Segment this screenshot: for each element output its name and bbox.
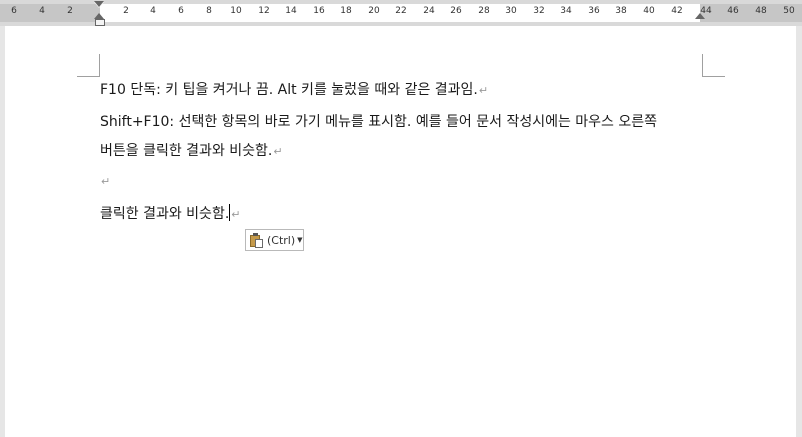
ruler-tick-label: 6 <box>178 6 184 16</box>
paragraph-text: 클릭한 결과와 비슷함. <box>100 206 230 222</box>
ruler-tick-label: 28 <box>478 6 490 16</box>
ruler-tick-label: 14 <box>285 6 297 16</box>
ruler-tick-label: 46 <box>727 6 739 16</box>
ruler-tick-label: 24 <box>423 6 435 16</box>
chevron-down-icon: ▼ <box>297 236 303 244</box>
ruler-tick-label: 48 <box>755 6 767 16</box>
paragraph-mark: ↵ <box>231 208 241 221</box>
ruler-tick-label: 38 <box>615 6 627 16</box>
ruler-tick-label: 30 <box>505 6 517 16</box>
ruler-tick-label: 36 <box>588 6 600 16</box>
horizontal-ruler[interactable]: 6 4 2 2 4 6 8 10 12 14 16 18 20 22 24 26… <box>0 0 802 26</box>
right-indent-marker[interactable] <box>695 13 705 19</box>
ruler-tick-label: 26 <box>450 6 462 16</box>
paragraph-mark: ↵ <box>478 84 489 97</box>
ruler-tick-label: 2 <box>123 6 129 16</box>
paragraph-3-empty[interactable]: ↵ <box>100 167 110 196</box>
paste-options-button[interactable]: (Ctrl) ▼ <box>245 229 304 251</box>
paragraph-mark: ↵ <box>273 145 283 158</box>
paragraph-mark: ↵ <box>101 175 111 188</box>
ruler-tick-label: 6 <box>11 6 17 16</box>
clipboard-paste-icon <box>249 232 264 248</box>
ruler-tick-label: 2 <box>67 6 73 16</box>
ruler-tick-label: 20 <box>368 6 380 16</box>
ruler-tick-label: 50 <box>783 6 795 16</box>
ruler-tick-label: 22 <box>395 6 407 16</box>
ruler-tick-label: 4 <box>39 6 45 16</box>
document-page[interactable]: F10 단독: 키 팁을 켜거나 끔. Alt 키를 눌렀을 때와 같은 결과임… <box>5 26 796 437</box>
ruler-tick-label: 42 <box>671 6 683 16</box>
left-indent-marker[interactable] <box>95 19 105 26</box>
paragraph-text-line: 버튼을 클릭한 결과와 비슷함. <box>100 143 273 159</box>
crop-mark-top-right <box>702 54 725 77</box>
ruler-tick-label: 32 <box>533 6 545 16</box>
paragraph-2[interactable]: Shift+F10: 선택한 항목의 바로 가기 메뉴를 표시함. 예를 들어 … <box>100 108 657 166</box>
paragraph-1[interactable]: F10 단독: 키 팁을 켜거나 끔. Alt 키를 눌렀을 때와 같은 결과임… <box>100 76 488 105</box>
first-line-indent-marker[interactable] <box>94 1 104 8</box>
crop-mark-top-left <box>77 54 100 77</box>
paste-options-label: (Ctrl) <box>267 233 296 247</box>
ruler-tick-label: 40 <box>643 6 655 16</box>
paragraph-text-line: Shift+F10: 선택한 항목의 바로 가기 메뉴를 표시함. 예를 들어 … <box>100 114 658 130</box>
paragraph-4[interactable]: 클릭한 결과와 비슷함. ↵ <box>100 200 241 229</box>
ruler-tick-label: 12 <box>258 6 270 16</box>
ruler-tick-label: 8 <box>206 6 212 16</box>
ruler-tick-label: 18 <box>340 6 352 16</box>
paragraph-text: F10 단독: 키 팁을 켜거나 끔. Alt 키를 눌렀을 때와 같은 결과임… <box>100 82 478 98</box>
ruler-tick-label: 34 <box>560 6 572 16</box>
ruler-tick-label: 10 <box>230 6 242 16</box>
ruler-tick-label: 4 <box>150 6 156 16</box>
ruler-tick-label: 16 <box>313 6 325 16</box>
